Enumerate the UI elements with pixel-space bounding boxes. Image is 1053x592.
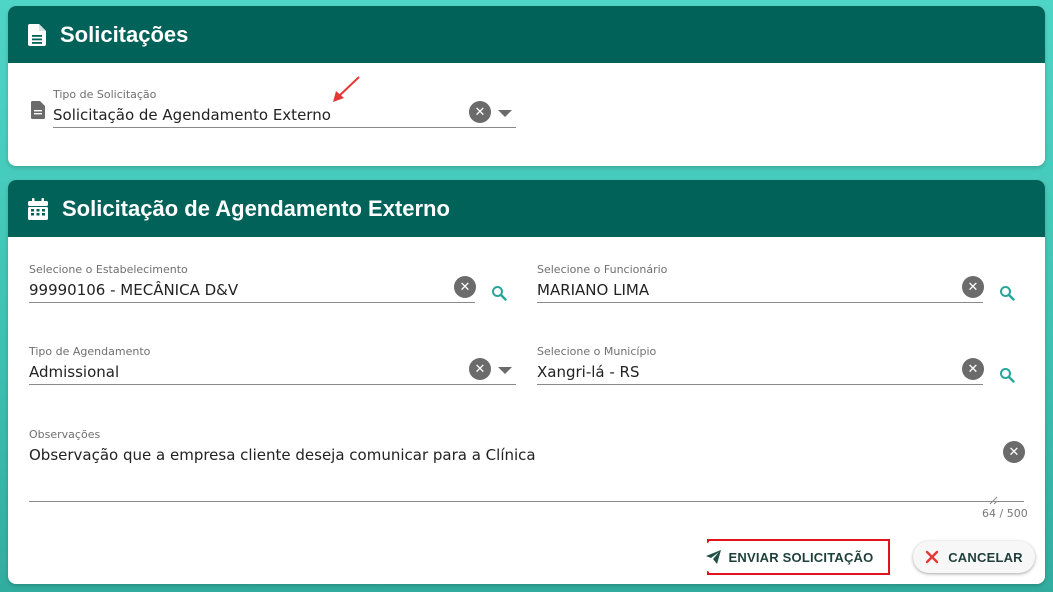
character-counter: 64 / 500 — [982, 507, 1028, 520]
funcionario-field[interactable]: Selecione o Funcionário MARIANO LIMA — [537, 263, 983, 303]
tipo-solicitacao-prefix-icon — [31, 101, 45, 123]
clear-tipo-solicitacao-icon[interactable]: ✕ — [469, 101, 491, 123]
dropdown-caret-icon[interactable] — [498, 367, 512, 374]
tipo-agendamento-value: Admissional — [29, 363, 120, 381]
solicitacoes-card: Solicitações — [8, 6, 1045, 166]
estabelecimento-value: 99990106 - MECÂNICA D&V — [29, 281, 239, 299]
field-underline — [29, 302, 475, 303]
tipo-solicitacao-select[interactable]: Tipo de Solicitação Solicitação de Agend… — [53, 88, 516, 128]
annotation-arrow-icon — [330, 75, 362, 109]
municipio-value: Xangri-lá - RS — [537, 363, 640, 381]
clear-observacoes-icon[interactable]: ✕ — [1003, 441, 1025, 463]
cancel-label: CANCELAR — [948, 549, 1023, 565]
search-municipio-icon[interactable] — [999, 367, 1015, 387]
clear-municipio-icon[interactable]: ✕ — [962, 358, 984, 380]
page-title: Solicitações — [60, 21, 189, 47]
send-label: ENVIAR SOLICITAÇÃO — [728, 549, 874, 565]
send-request-button[interactable]: ENVIAR SOLICITAÇÃO — [699, 541, 880, 573]
clear-estabelecimento-icon[interactable]: ✕ — [454, 276, 476, 298]
observacoes-label: Observações — [29, 428, 101, 441]
cancel-button[interactable]: CANCELAR — [913, 541, 1035, 573]
calendar-icon — [28, 197, 48, 220]
tipo-solicitacao-label: Tipo de Solicitação — [53, 88, 157, 101]
search-funcionario-icon[interactable] — [999, 285, 1015, 305]
clear-funcionario-icon[interactable]: ✕ — [962, 276, 984, 298]
funcionario-value: MARIANO LIMA — [537, 281, 650, 299]
tipo-agendamento-select[interactable]: Tipo de Agendamento Admissional — [29, 345, 516, 385]
estabelecimento-label: Selecione o Estabelecimento — [29, 263, 188, 276]
municipio-label: Selecione o Município — [537, 345, 657, 358]
field-underline — [29, 501, 1024, 502]
section-title: Solicitação de Agendamento Externo — [62, 195, 450, 221]
document-icon — [28, 23, 46, 46]
agendamento-header: Solicitação de Agendamento Externo — [8, 180, 1045, 237]
field-underline — [537, 302, 983, 303]
municipio-field[interactable]: Selecione o Município Xangri-lá - RS — [537, 345, 983, 385]
close-icon — [925, 550, 939, 564]
funcionario-label: Selecione o Funcionário — [537, 263, 668, 276]
observacoes-textarea[interactable]: Observações Observação que a empresa cli… — [29, 428, 1024, 502]
dropdown-caret-icon[interactable] — [498, 110, 512, 117]
estabelecimento-field[interactable]: Selecione o Estabelecimento 99990106 - M… — [29, 263, 475, 303]
field-underline — [537, 384, 983, 385]
tipo-agendamento-label: Tipo de Agendamento — [29, 345, 151, 358]
solicitacoes-header: Solicitações — [8, 6, 1045, 63]
tipo-solicitacao-value: Solicitação de Agendamento Externo — [53, 106, 331, 124]
clear-tipo-agendamento-icon[interactable]: ✕ — [469, 358, 491, 380]
send-icon — [705, 550, 721, 564]
field-underline — [29, 384, 516, 385]
observacoes-value: Observação que a empresa cliente deseja … — [29, 446, 536, 464]
field-underline — [53, 127, 516, 128]
search-estabelecimento-icon[interactable] — [491, 285, 507, 305]
